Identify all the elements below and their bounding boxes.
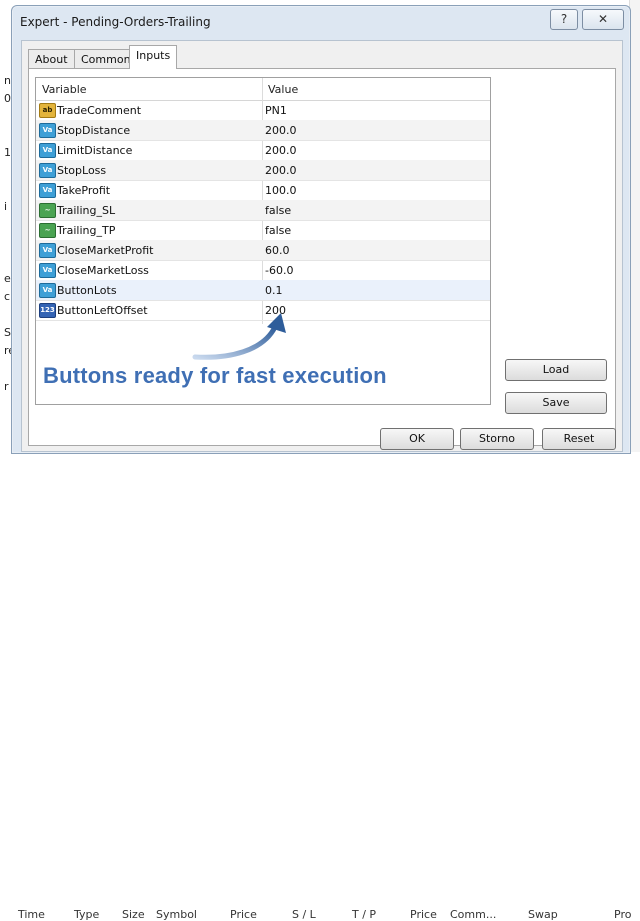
help-button[interactable]: ? <box>550 9 578 30</box>
grid-header: Variable Value <box>36 78 490 101</box>
parameter-value[interactable]: 200.0 <box>265 164 297 177</box>
trade-column-header: Size <box>122 908 145 921</box>
background-trade-table-header: Time Type Size Symbol Price S / L T / P … <box>0 452 640 921</box>
parameter-value[interactable]: -60.0 <box>265 264 293 277</box>
parameter-name: Trailing_TP <box>57 224 116 237</box>
parameter-name: LimitDistance <box>57 144 133 157</box>
trade-column-header: Swap <box>528 908 558 921</box>
double-type-icon: Va <box>39 123 56 138</box>
storno-button[interactable]: Storno <box>460 428 534 450</box>
bool-type-icon: ~ <box>39 223 56 238</box>
parameter-value[interactable]: 200.0 <box>265 124 297 137</box>
double-type-icon: Va <box>39 283 56 298</box>
input-parameter-row[interactable]: Va StopLoss 200.0 <box>36 160 490 181</box>
background-fragment: e <box>4 272 11 285</box>
input-parameter-row[interactable]: Va LimitDistance 200.0 <box>36 140 490 161</box>
trade-column-header: Type <box>74 908 100 921</box>
parameter-name: TakeProfit <box>57 184 111 197</box>
trade-column-header: Price <box>230 908 257 921</box>
annotation-caption: Buttons ready for fast execution <box>43 363 387 388</box>
expert-properties-dialog: Expert - Pending-Orders-Trailing ? ✕ Abo… <box>11 5 631 454</box>
tab-common[interactable]: Common <box>74 49 138 70</box>
parameter-value[interactable]: false <box>265 224 291 237</box>
parameter-name: CloseMarketProfit <box>57 244 154 257</box>
parameter-name: CloseMarketLoss <box>57 264 149 277</box>
ok-button[interactable]: OK <box>380 428 454 450</box>
parameter-name: ButtonLeftOffset <box>57 304 148 317</box>
column-header-value[interactable]: Value <box>268 83 298 96</box>
bool-type-icon: ~ <box>39 203 56 218</box>
trade-column-header: Time <box>18 908 45 921</box>
parameter-value[interactable]: false <box>265 204 291 217</box>
input-parameter-row[interactable]: Va CloseMarketLoss -60.0 <box>36 260 490 281</box>
background-fragment: 1 <box>4 146 11 159</box>
input-parameter-row[interactable]: Va CloseMarketProfit 60.0 <box>36 240 490 261</box>
column-header-variable[interactable]: Variable <box>42 83 87 96</box>
integer-type-icon: 123 <box>39 303 56 318</box>
background-fragment: r <box>4 380 9 393</box>
tab-inputs[interactable]: Inputs <box>129 45 178 69</box>
parameter-name: StopDistance <box>57 124 131 137</box>
parameter-value[interactable]: 60.0 <box>265 244 290 257</box>
reset-button[interactable]: Reset <box>542 428 616 450</box>
input-parameter-row[interactable]: ab TradeComment PN1 <box>36 100 490 121</box>
background-fragment: S <box>4 326 11 339</box>
input-parameter-row[interactable]: Va TakeProfit 100.0 <box>36 180 490 201</box>
input-parameter-row[interactable]: Va ButtonLots 0.1 <box>36 280 490 301</box>
input-parameter-row[interactable]: Va StopDistance 200.0 <box>36 120 490 141</box>
background-fragment: 0 <box>4 92 11 105</box>
parameter-value[interactable]: PN1 <box>265 104 287 117</box>
trade-column-header: S / L <box>292 908 316 921</box>
window-title: Expert - Pending-Orders-Trailing <box>20 15 211 29</box>
load-button[interactable]: Load <box>505 359 607 381</box>
parameter-name: TradeComment <box>57 104 142 117</box>
save-button[interactable]: Save <box>505 392 607 414</box>
double-type-icon: Va <box>39 183 56 198</box>
parameter-name: StopLoss <box>57 164 107 177</box>
double-type-icon: Va <box>39 263 56 278</box>
double-type-icon: Va <box>39 243 56 258</box>
input-parameter-row[interactable]: ~ Trailing_SL false <box>36 200 490 221</box>
title-bar[interactable]: Expert - Pending-Orders-Trailing ? ✕ <box>12 6 630 38</box>
background-fragment: c <box>4 290 11 303</box>
input-parameter-row[interactable]: ~ Trailing_TP false <box>36 220 490 241</box>
close-button[interactable]: ✕ <box>582 9 624 30</box>
background-fragment: n <box>4 74 11 87</box>
trade-column-header: Price <box>410 908 437 921</box>
trade-column-header: Symbol <box>156 908 197 921</box>
double-type-icon: Va <box>39 163 56 178</box>
parameter-value[interactable]: 0.1 <box>265 284 283 297</box>
trade-column-header: Comm... <box>450 908 497 921</box>
string-type-icon: ab <box>39 103 56 118</box>
trade-column-header: T / P <box>352 908 377 921</box>
dialog-client-area: About Common Inputs Variable Value ab Tra… <box>21 40 623 452</box>
double-type-icon: Va <box>39 143 56 158</box>
trade-column-header: Pro <box>614 908 632 921</box>
parameter-value[interactable]: 100.0 <box>265 184 297 197</box>
background-fragment: i <box>4 200 8 213</box>
parameter-name: Trailing_SL <box>57 204 116 217</box>
parameter-value[interactable]: 200.0 <box>265 144 297 157</box>
parameter-name: ButtonLots <box>57 284 117 297</box>
curved-arrow-icon <box>192 313 286 360</box>
tab-about[interactable]: About <box>28 49 75 70</box>
inputs-tab-panel: Variable Value ab TradeComment PN1 Va StopDi… <box>28 68 616 446</box>
